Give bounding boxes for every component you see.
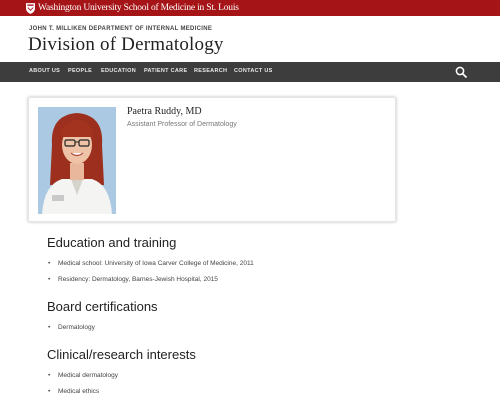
list-item: Medical ethics (48, 388, 99, 395)
main-nav: ABOUT US PEOPLE EDUCATION PATIENT CARE R… (0, 62, 500, 82)
list-item: Dermatology (48, 324, 95, 331)
university-name: Washington University School of Medicine… (38, 3, 239, 13)
university-bar: Washington University School of Medicine… (0, 0, 500, 16)
nav-research[interactable]: RESEARCH (194, 68, 227, 74)
shield-icon (26, 2, 35, 14)
list-item: Residency: Dermatology, Barnes-Jewish Ho… (48, 276, 218, 283)
nav-education[interactable]: EDUCATION (101, 68, 136, 74)
section-heading-education: Education and training (47, 235, 177, 250)
nav-people[interactable]: PEOPLE (68, 68, 92, 74)
profile-card: Paetra Ruddy, MD Assistant Professor of … (28, 97, 396, 222)
person-name: Paetra Ruddy, MD (127, 106, 202, 117)
person-title: Assistant Professor of Dermatology (127, 121, 237, 128)
profile-photo (38, 107, 116, 214)
nav-about-us[interactable]: ABOUT US (29, 68, 60, 74)
site-title[interactable]: Division of Dermatology (28, 34, 224, 56)
nav-contact-us[interactable]: CONTACT US (234, 68, 273, 74)
department-name: JOHN T. MILLIKEN DEPARTMENT OF INTERNAL … (29, 26, 213, 32)
section-heading-clinical-research-interests: Clinical/research interests (47, 347, 196, 362)
list-item: Medical dermatology (48, 372, 118, 379)
section-heading-board-certifications: Board certifications (47, 299, 158, 314)
search-icon[interactable] (455, 66, 467, 78)
list-item: Medical school: University of Iowa Carve… (48, 260, 254, 267)
nav-patient-care[interactable]: PATIENT CARE (144, 68, 187, 74)
university-logo[interactable]: Washington University School of Medicine… (26, 1, 239, 15)
